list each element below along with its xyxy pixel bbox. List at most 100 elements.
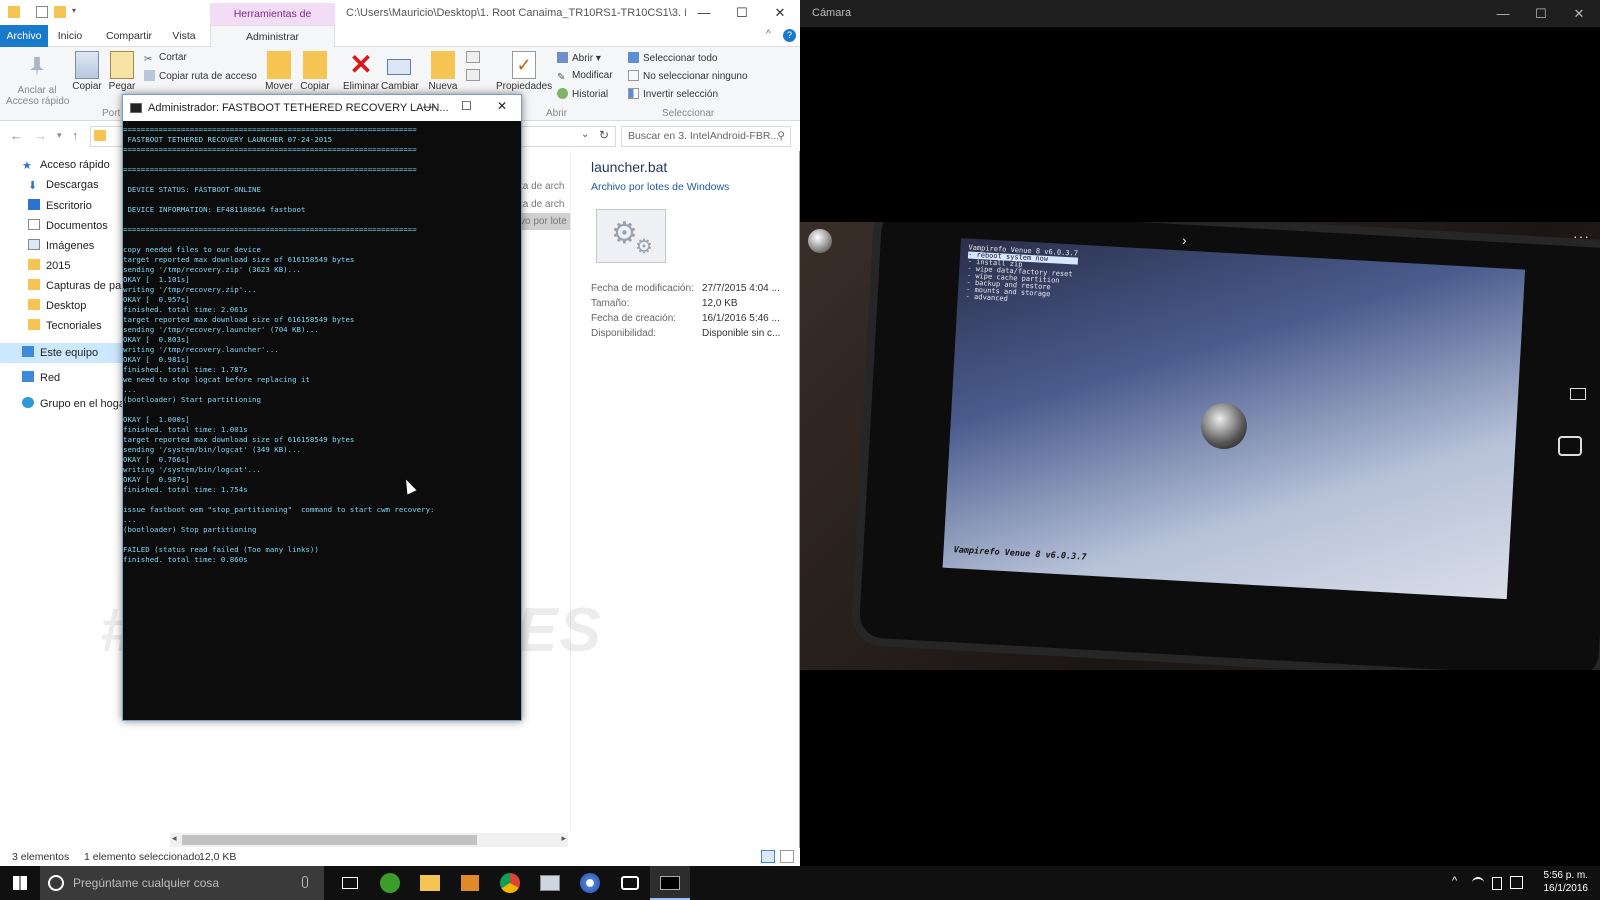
open-button[interactable]: Abrir ▾	[557, 52, 601, 64]
up-arrow-icon[interactable]: ↑	[72, 128, 79, 143]
nav-escritorio[interactable]: Escritorio	[28, 199, 92, 212]
task-view-icon	[342, 877, 358, 889]
network-wifi-icon[interactable]	[1472, 877, 1484, 889]
tab-inicio[interactable]: Inicio	[50, 25, 90, 47]
gear-icon: ⚙	[611, 217, 638, 250]
new-folder-button[interactable]: Nueva	[428, 51, 458, 92]
nav-imagenes[interactable]: Imágenes	[28, 239, 94, 252]
recent-chevron-icon[interactable]: ▾	[57, 130, 62, 141]
edit-button[interactable]: ✎ Modificar	[557, 70, 613, 83]
browser-icon	[580, 873, 600, 893]
rename-button[interactable]: Cambiar	[381, 51, 419, 92]
notifications-icon[interactable]	[1510, 876, 1523, 889]
nav-capturas[interactable]: Capturas de pant	[28, 279, 130, 292]
copy-button[interactable]: Copiar	[70, 51, 104, 92]
copy-icon	[75, 51, 99, 79]
horizontal-scrollbar[interactable]: ◂ ▸	[170, 833, 568, 847]
properties-quick-icon[interactable]	[36, 6, 48, 18]
nav-documentos[interactable]: Documentos	[28, 219, 108, 232]
copy-path-button[interactable]: Copiar ruta de acceso	[144, 70, 257, 82]
taskbar-firefox[interactable]	[570, 866, 610, 900]
take-photo-button[interactable]	[1558, 436, 1582, 456]
video-mode-icon[interactable]	[1570, 388, 1586, 400]
properties-button[interactable]: ✓ Propiedades	[496, 51, 552, 92]
nav-descargas[interactable]: ⬇ Descargas	[28, 179, 99, 192]
forward-arrow-icon[interactable]: →	[34, 128, 47, 143]
camera-close-button[interactable]: ✕	[1560, 0, 1598, 27]
new-folder-quick-icon[interactable]	[54, 6, 66, 18]
tab-administrar[interactable]: Administrar	[210, 25, 335, 47]
console-line: finished. total time: 1.001s	[123, 425, 248, 434]
cmd-icon	[130, 103, 142, 113]
nav-desktop[interactable]: Desktop	[28, 299, 86, 312]
more-options-icon[interactable]: ···	[1573, 228, 1590, 244]
camera-roll-thumbnail[interactable]	[808, 229, 832, 253]
select-all-button[interactable]: Seleccionar todo	[628, 52, 718, 64]
customize-quick-access-icon[interactable]: ▾	[72, 6, 76, 15]
camera-app-window: Cámara — ☐ ✕ Vampirefo Venue 8 v6.0.3.7 …	[800, 0, 1600, 866]
scroll-left-icon[interactable]: ◂	[172, 833, 177, 844]
tab-archivo[interactable]: Archivo	[0, 25, 48, 47]
camera-maximize-button[interactable]: ☐	[1522, 0, 1560, 27]
details-key: Fecha de creación:	[591, 313, 677, 324]
battery-icon[interactable]	[1492, 877, 1502, 890]
help-icon[interactable]: ?	[783, 29, 796, 42]
task-view-button[interactable]	[330, 866, 370, 900]
camera-minimize-button[interactable]: —	[1484, 0, 1522, 27]
file-row[interactable]: ta de arch	[520, 181, 564, 192]
address-dropdown-icon[interactable]: ⌄	[581, 129, 589, 140]
pin-quick-access-button[interactable]: Anclar al Acceso rápido	[6, 51, 69, 107]
file-row-selected[interactable]: vo por lote	[520, 213, 570, 230]
paste-button[interactable]: Pegar	[106, 51, 138, 92]
close-button[interactable]: ✕	[762, 0, 798, 25]
move-to-button[interactable]: Mover	[263, 51, 295, 92]
start-button[interactable]	[0, 866, 40, 900]
scroll-right-icon[interactable]: ▸	[561, 833, 566, 844]
nav-2015[interactable]: 2015	[28, 259, 70, 272]
chevron-right-icon[interactable]: ›	[1182, 232, 1187, 248]
tab-vista[interactable]: Vista	[166, 25, 202, 47]
delete-button[interactable]: ✕ Eliminar	[343, 51, 379, 93]
nav-grupo-hogar[interactable]: Grupo en el hogar	[22, 397, 129, 410]
taskbar-cmd[interactable]	[650, 866, 690, 900]
scrollbar-thumb[interactable]	[182, 835, 477, 845]
invert-selection-button[interactable]: Invertir selección	[628, 88, 718, 100]
system-clock[interactable]: 5:56 p. m. 16/1/2016	[1544, 869, 1589, 895]
collapse-ribbon-icon[interactable]: ^	[766, 29, 771, 40]
details-view-icon[interactable]	[761, 850, 775, 863]
back-arrow-icon[interactable]: ←	[10, 128, 23, 143]
minimize-button[interactable]: —	[686, 0, 722, 25]
clipboard-group-label: Port	[102, 108, 121, 119]
cmd-maximize-button[interactable]: ☐	[461, 99, 472, 113]
taskbar-utorrent[interactable]	[370, 866, 410, 900]
maximize-button[interactable]: ☐	[724, 0, 760, 25]
nav-red[interactable]: Red	[22, 371, 60, 384]
file-row[interactable]: ta de arch	[520, 199, 564, 210]
large-icons-view-icon[interactable]	[780, 850, 794, 863]
cortana-search-box[interactable]: Pregúntame cualquier cosa	[40, 866, 324, 900]
easy-access-icon[interactable]	[466, 69, 480, 81]
taskbar-file-explorer[interactable]	[410, 866, 450, 900]
microphone-icon[interactable]	[302, 876, 308, 888]
copy-to-button[interactable]: Copiar	[299, 51, 331, 92]
nav-tecnoriales[interactable]: Tecnoriales	[28, 319, 102, 332]
cut-button[interactable]: ✂ Cortar	[144, 52, 187, 65]
move-folder-icon	[267, 51, 291, 79]
tab-compartir[interactable]: Compartir	[100, 25, 158, 47]
taskbar-app-window[interactable]	[530, 866, 570, 900]
cmd-minimize-button[interactable]: —	[423, 99, 435, 113]
select-none-button[interactable]: No seleccionar ninguno	[628, 70, 748, 82]
taskbar-media-player[interactable]	[450, 866, 490, 900]
search-input[interactable]: Buscar en 3. IntelAndroid-FBR... ⚲	[621, 126, 791, 147]
taskbar-camera[interactable]	[610, 866, 650, 900]
console-output[interactable]: ========================================…	[123, 121, 521, 720]
cmd-close-button[interactable]: ✕	[497, 99, 507, 113]
cmd-title: Administrador: FASTBOOT TETHERED RECOVER…	[148, 102, 449, 114]
new-item-icon[interactable]	[466, 51, 480, 63]
refresh-icon[interactable]: ↻	[599, 128, 609, 142]
nav-acceso-rapido[interactable]: ★ Acceso rápido	[22, 159, 110, 172]
history-button[interactable]: Historial	[557, 88, 608, 100]
taskbar-chrome[interactable]	[490, 866, 530, 900]
show-hidden-icons-icon[interactable]: ^	[1452, 875, 1457, 887]
